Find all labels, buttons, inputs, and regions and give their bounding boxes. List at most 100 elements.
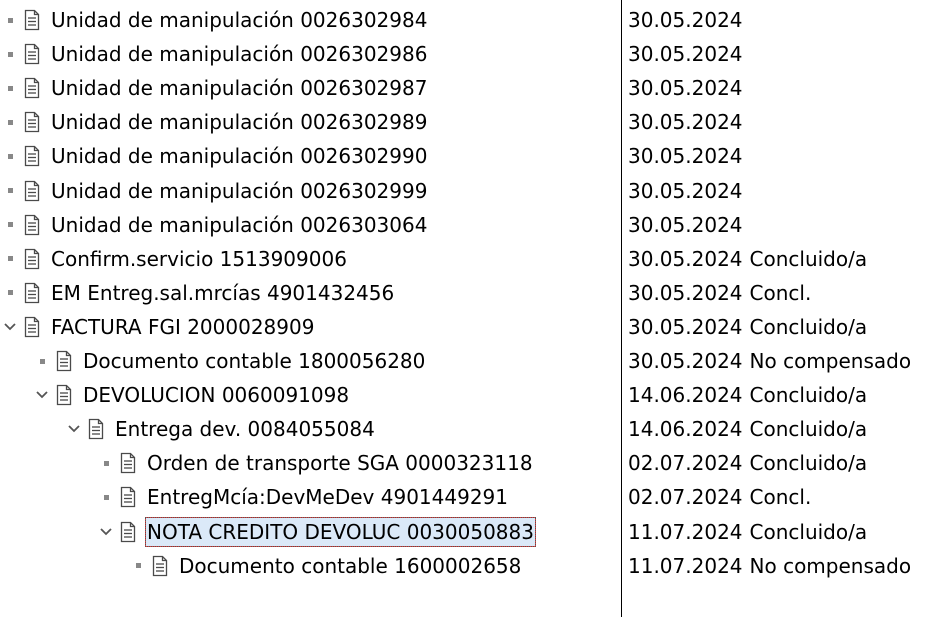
leaf-bullet-icon (34, 344, 50, 378)
leaf-bullet-icon (2, 105, 18, 139)
tree-row[interactable]: FACTURA FGI 2000028909 30.05.2024 Concluid… (0, 310, 946, 344)
status-cell: Concluido/a (749, 314, 868, 339)
document-icon (24, 112, 40, 133)
date-cell: 30.05.2024 (628, 8, 743, 32)
date-cell: 11.07.2024 (628, 519, 743, 544)
date-cell: 11.07.2024 (628, 553, 743, 578)
document-icon (24, 282, 40, 303)
document-icon (24, 78, 40, 99)
node-details: 11.07.2024 No compensado (628, 549, 911, 583)
tree-node: Unidad de manipulación 0026302986 (2, 37, 428, 71)
tree-row[interactable]: Orden de transporte SGA 0000323118 02.07.… (0, 446, 946, 480)
tree-node: Documento contable 1600002658 (130, 549, 522, 583)
node-details: 14.06.2024 Concluido/a (628, 378, 867, 412)
chevron-down-icon[interactable] (34, 378, 50, 412)
tree-node: Unidad de manipulación 0026303064 (2, 208, 428, 242)
node-label[interactable]: Documento contable 1800056280 (82, 347, 426, 375)
leaf-bullet-icon (2, 37, 18, 71)
node-label[interactable]: NOTA CREDITO DEVOLUC 0030050883 (145, 516, 536, 547)
date-cell: 02.07.2024 (628, 451, 743, 476)
node-label[interactable]: Unidad de manipulación 0026302989 (50, 108, 428, 136)
tree-node: Unidad de manipulación 0026302999 (2, 174, 428, 208)
node-label[interactable]: DEVOLUCION 0060091098 (82, 381, 350, 409)
tree-row[interactable]: Unidad de manipulación 0026302989 30.05.2… (0, 105, 946, 139)
document-icon (152, 555, 168, 576)
document-flow-tree: Unidad de manipulación 0026302984 30.05.2… (0, 0, 946, 617)
node-label[interactable]: FACTURA FGI 2000028909 (50, 313, 315, 341)
tree-row[interactable]: EntregMcía:DevMeDev 4901449291 02.07.2024… (0, 480, 946, 514)
document-icon (120, 487, 136, 508)
tree-row[interactable]: Unidad de manipulación 0026302990 30.05.2… (0, 139, 946, 173)
tree-row[interactable]: DEVOLUCION 0060091098 14.06.2024 Concluido… (0, 378, 946, 412)
tree-row[interactable]: NOTA CREDITO DEVOLUC 0030050883 11.07.202… (0, 515, 946, 549)
leaf-bullet-icon (2, 276, 18, 310)
node-details: 30.05.2024 (628, 105, 743, 139)
document-icon (56, 350, 72, 372)
node-label[interactable]: Unidad de manipulación 0026302984 (50, 6, 428, 34)
tree-row[interactable]: Documento contable 1600002658 11.07.2024 N… (0, 549, 946, 583)
date-cell: 02.07.2024 (628, 485, 743, 510)
chevron-down-icon[interactable] (66, 412, 82, 446)
node-details: 14.06.2024 Concluido/a (628, 412, 867, 446)
date-cell: 30.05.2024 (628, 178, 743, 203)
leaf-bullet-icon (2, 3, 18, 37)
node-label[interactable]: Entrega dev. 0084055084 (114, 415, 376, 443)
chevron-down-icon[interactable] (2, 310, 18, 344)
leaf-bullet-icon (98, 446, 114, 480)
node-label[interactable]: Unidad de manipulación 0026302987 (50, 74, 428, 102)
status-cell: Concl. (749, 485, 812, 510)
date-cell: 30.05.2024 (628, 212, 743, 237)
node-label[interactable]: Unidad de manipulación 0026302990 (50, 142, 428, 170)
document-icon (24, 180, 40, 201)
status-cell: Concluido/a (749, 417, 868, 442)
tree-node: Unidad de manipulación 0026302989 (2, 105, 428, 139)
node-label[interactable]: EntregMcía:DevMeDev 4901449291 (146, 483, 509, 511)
tree-node: EM Entreg.sal.mrcías 4901432456 (2, 276, 395, 310)
leaf-bullet-icon (2, 242, 18, 276)
node-label[interactable]: Unidad de manipulación 0026302999 (50, 177, 428, 205)
node-label[interactable]: Orden de transporte SGA 0000323118 (146, 449, 534, 477)
node-details: 30.05.2024 Concluido/a (628, 242, 867, 276)
node-details: 30.05.2024 Concl. (628, 276, 811, 310)
status-cell: Concluido/a (749, 519, 868, 544)
node-details: 30.05.2024 Concluido/a (628, 310, 867, 344)
chevron-down-icon[interactable] (98, 515, 114, 549)
status-cell: Concluido/a (749, 246, 868, 271)
node-details: 30.05.2024 (628, 208, 743, 242)
tree-row[interactable]: EM Entreg.sal.mrcías 4901432456 30.05.202… (0, 276, 946, 310)
tree-row[interactable]: Unidad de manipulación 0026302987 30.05.2… (0, 71, 946, 105)
date-cell: 30.05.2024 (628, 349, 743, 373)
tree-row[interactable]: Documento contable 1800056280 30.05.2024 N… (0, 344, 946, 378)
node-label[interactable]: Confirm.servicio 1513909006 (50, 245, 348, 273)
node-label[interactable]: EM Entreg.sal.mrcías 4901432456 (50, 279, 395, 307)
tree-row[interactable]: Unidad de manipulación 0026302999 30.05.2… (0, 174, 946, 208)
node-label[interactable]: Documento contable 1600002658 (178, 552, 522, 580)
tree-node: FACTURA FGI 2000028909 (2, 310, 315, 344)
document-icon (120, 521, 136, 542)
node-details: 30.05.2024 No compensado (628, 344, 911, 378)
tree-row[interactable]: Confirm.servicio 1513909006 30.05.2024 Con… (0, 242, 946, 276)
node-label[interactable]: Unidad de manipulación 0026302986 (50, 40, 428, 68)
date-cell: 30.05.2024 (628, 42, 743, 67)
tree-row[interactable]: Unidad de manipulación 0026302984 30.05.2… (0, 3, 946, 37)
document-icon (56, 384, 72, 406)
tree-node: Unidad de manipulación 0026302990 (2, 139, 428, 173)
document-icon (24, 316, 40, 338)
date-cell: 30.05.2024 (628, 246, 743, 271)
status-cell: Concl. (749, 280, 812, 305)
tree-node: Orden de transporte SGA 0000323118 (98, 446, 534, 480)
tree-node: Entrega dev. 0084055084 (66, 412, 376, 446)
document-icon (24, 9, 40, 31)
tree-node: Unidad de manipulación 0026302984 (2, 3, 428, 37)
tree-node: Documento contable 1800056280 (34, 344, 426, 378)
node-details: 30.05.2024 (628, 3, 743, 37)
status-cell: Concluido/a (749, 451, 868, 476)
status-cell: No compensado (749, 553, 912, 578)
node-label[interactable]: Unidad de manipulación 0026303064 (50, 211, 428, 239)
tree-row[interactable]: Entrega dev. 0084055084 14.06.2024 Conclui… (0, 412, 946, 446)
tree-node: NOTA CREDITO DEVOLUC 0030050883 (98, 515, 536, 549)
tree-row[interactable]: Unidad de manipulación 0026303064 30.05.2… (0, 208, 946, 242)
leaf-bullet-icon (98, 480, 114, 514)
tree-node: EntregMcía:DevMeDev 4901449291 (98, 480, 509, 514)
tree-row[interactable]: Unidad de manipulación 0026302986 30.05.2… (0, 37, 946, 71)
